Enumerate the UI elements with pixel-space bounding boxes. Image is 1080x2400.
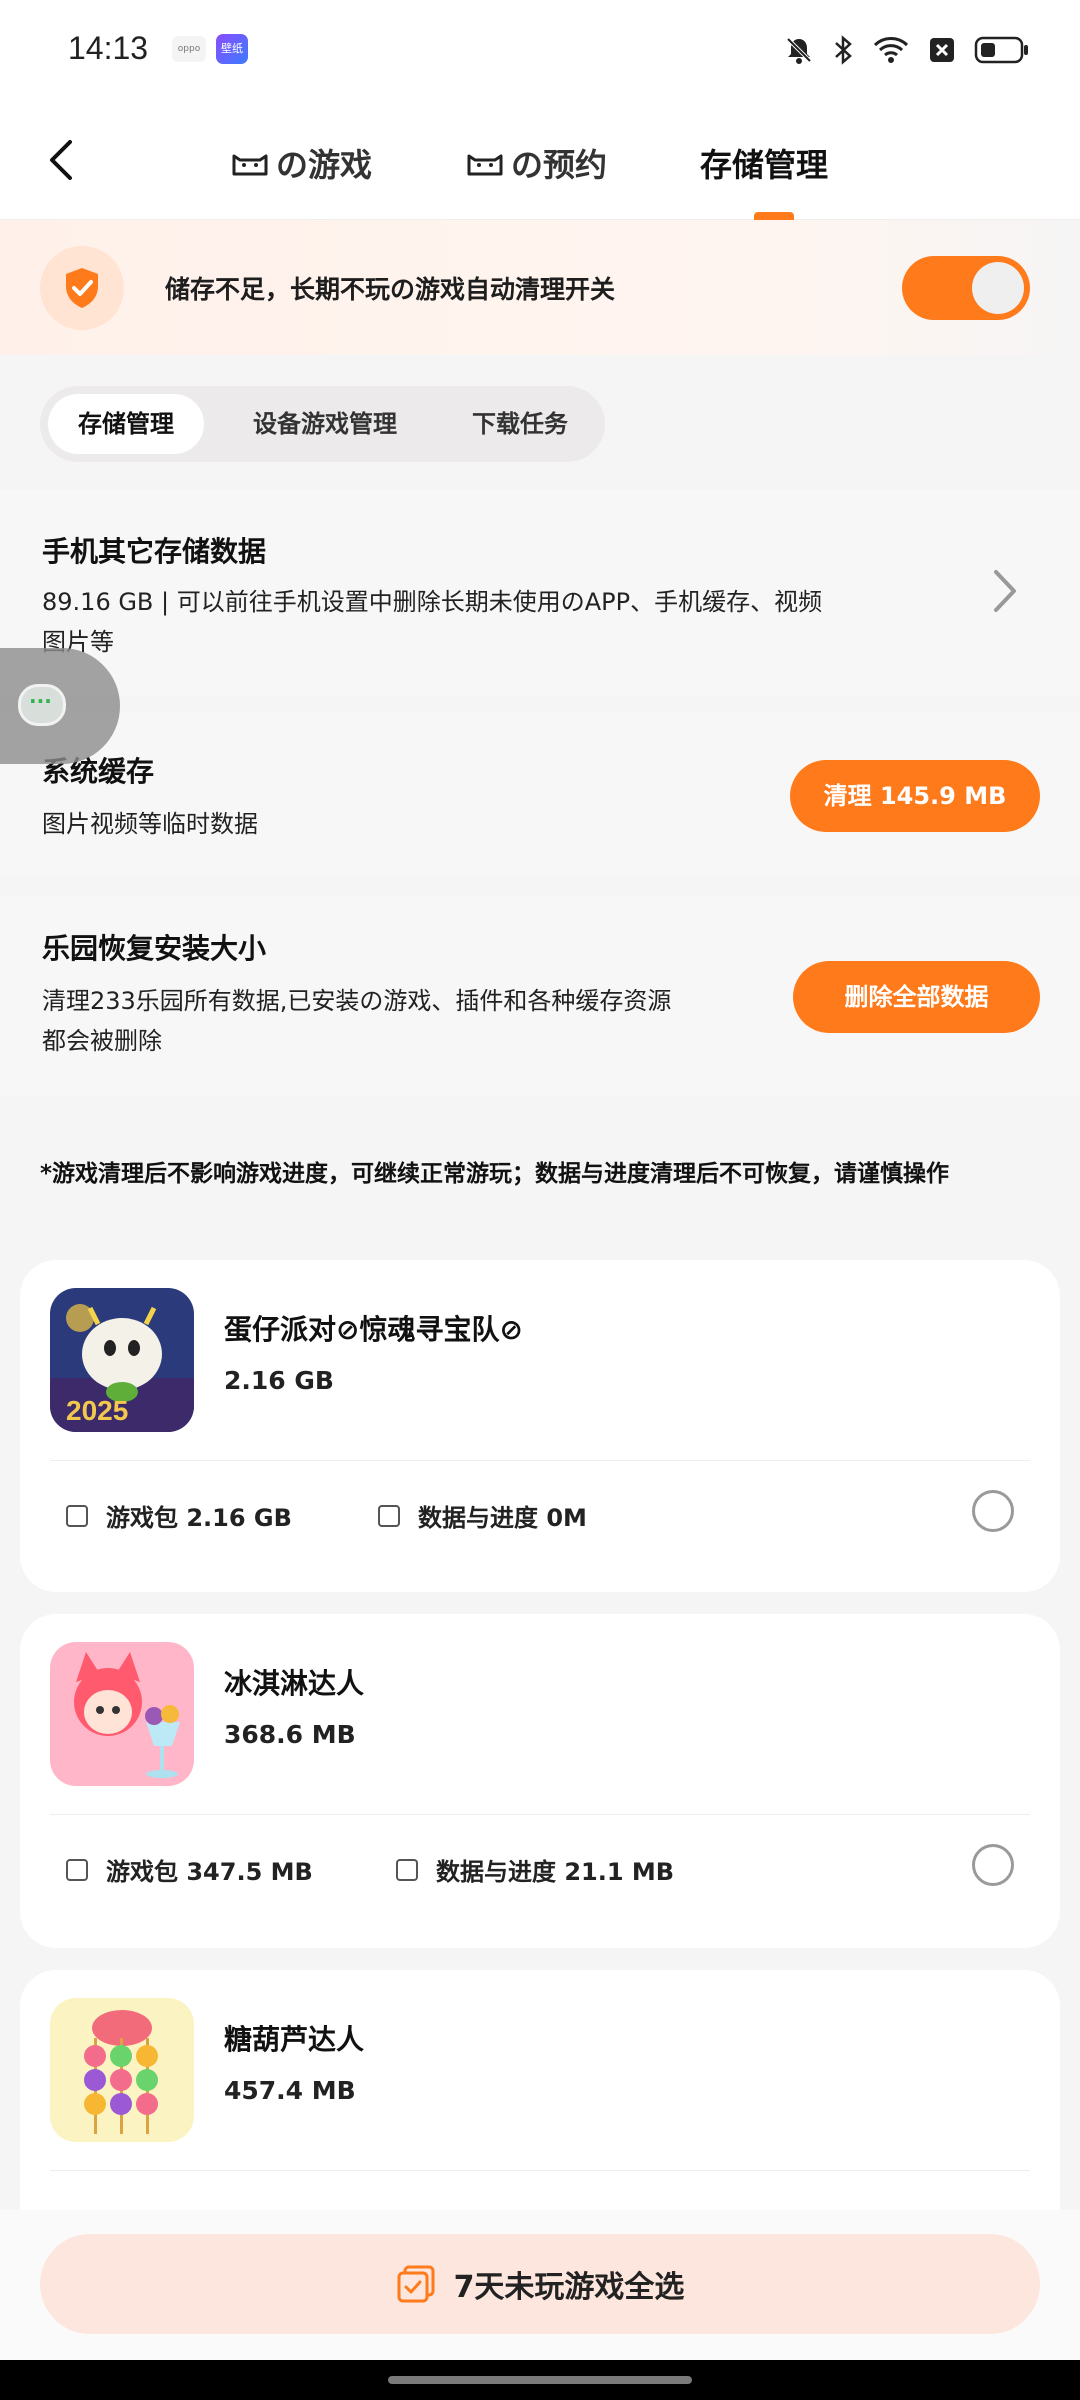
wifi-icon xyxy=(873,37,909,63)
park-restore-desc-line2: 都会被删除 xyxy=(42,1027,162,1055)
status-bar: 14:13 oppo 壁纸 xyxy=(0,0,1080,100)
game-icon-eggy-party: 2025 xyxy=(50,1288,194,1432)
system-cache-desc: 图片视频等临时数据 xyxy=(42,810,258,838)
cat-face-icon xyxy=(232,154,268,176)
select-game-radio[interactable] xyxy=(972,1490,1014,1532)
svg-text:2025: 2025 xyxy=(66,1395,128,1426)
delete-all-data-button[interactable]: 删除全部数据 xyxy=(793,961,1040,1033)
chat-bubble-icon xyxy=(18,684,66,726)
tab-label: の预约 xyxy=(511,146,608,184)
game-icon-tanghulu xyxy=(50,1998,194,2142)
game-data-option[interactable]: 数据与进度 0M xyxy=(378,1498,587,1533)
game-card: 2025 蛋仔派对⊘惊魂寻宝队⊘ 2.16 GB 游戏包 2.16 GB 数据与… xyxy=(20,1260,1060,1592)
clean-cache-button[interactable]: 清理 145.9 MB xyxy=(790,760,1040,832)
game-data-label: 数据与进度 21.1 MB xyxy=(436,1858,675,1886)
game-name: 糖葫芦达人 xyxy=(224,2023,365,2056)
tab-label: の游戏 xyxy=(276,146,373,184)
toggle-knob xyxy=(972,262,1024,314)
select-all-label: 7天未玩游戏全选 xyxy=(453,2270,685,2305)
subtab-device-games[interactable]: 设备游戏管理 xyxy=(220,394,430,454)
divider xyxy=(50,2170,1030,2171)
checkbox[interactable] xyxy=(66,1858,88,1881)
tab-my-reservations[interactable]: の预约 xyxy=(465,140,607,186)
phone-storage-desc-line1: 89.16 GB | 可以前往手机设置中删除长期未使用のAPP、手机缓存、视频 xyxy=(42,588,823,616)
phone-storage-desc-line2: 图片等 xyxy=(42,628,114,656)
game-package-label: 游戏包 347.5 MB xyxy=(106,1858,313,1886)
bluetooth-icon xyxy=(835,35,852,65)
game-name: 冰淇淋达人 xyxy=(224,1667,365,1700)
top-nav: の游戏 の预约 存储管理 xyxy=(0,100,1080,220)
game-size: 368.6 MB xyxy=(224,1720,356,1749)
checkbox[interactable] xyxy=(66,1504,88,1527)
no-sim-icon xyxy=(930,38,954,62)
game-data-label: 数据与进度 0M xyxy=(418,1504,587,1532)
checkbox[interactable] xyxy=(396,1858,418,1881)
cat-face-icon xyxy=(467,154,503,176)
auto-clean-label: 储存不足，长期不玩の游戏自动清理开关 xyxy=(165,275,616,304)
tab-storage-management[interactable]: 存储管理 xyxy=(700,140,828,186)
game-name: 蛋仔派对⊘惊魂寻宝队⊘ xyxy=(224,1313,523,1346)
park-restore-title: 乐园恢复安装大小 xyxy=(42,932,267,965)
select-unplayed-7days-button[interactable]: 7天未玩游戏全选 xyxy=(40,2234,1040,2334)
divider xyxy=(50,1460,1030,1461)
game-size: 2.16 GB xyxy=(224,1366,334,1395)
phone-storage-title: 手机其它存储数据 xyxy=(42,535,267,568)
tab-my-games[interactable]: の游戏 xyxy=(230,140,372,186)
active-tab-indicator xyxy=(754,212,794,220)
park-restore-desc-line1: 清理233乐园所有数据,已安装の游戏、插件和各种缓存资源 xyxy=(42,987,672,1015)
cleanup-warning: *游戏清理后不影响游戏进度，可继续正常游玩；数据与进度清理后不可恢复，请谨慎操作 xyxy=(40,1161,950,1187)
system-cache-section: 系统缓存 图片视频等临时数据 清理 145.9 MB xyxy=(0,712,1080,875)
wallpaper-app-icon: 壁纸 xyxy=(216,34,248,64)
tab-label: 存储管理 xyxy=(700,146,829,184)
game-card: 冰淇淋达人 368.6 MB 游戏包 347.5 MB 数据与进度 21.1 M… xyxy=(20,1614,1060,1948)
game-size: 457.4 MB xyxy=(224,2076,356,2105)
system-nav-bar xyxy=(0,2360,1080,2400)
checklist-icon xyxy=(397,2265,435,2303)
shield-badge xyxy=(40,246,124,330)
phone-storage-section[interactable]: 手机其它存储数据 89.16 GB | 可以前往手机设置中删除长期未使用のAPP… xyxy=(0,490,1080,695)
storage-subtabs: 存储管理 设备游戏管理 下载任务 xyxy=(40,386,605,462)
park-restore-desc: 清理233乐园所有数据,已安装の游戏、插件和各种缓存资源 都会被删除 xyxy=(42,981,782,1061)
game-package-option[interactable]: 游戏包 347.5 MB xyxy=(66,1852,313,1887)
oppo-app-icon: oppo xyxy=(172,36,206,62)
home-indicator[interactable] xyxy=(388,2376,692,2384)
subtab-storage[interactable]: 存储管理 xyxy=(48,394,204,454)
chevron-right-icon[interactable] xyxy=(990,568,1020,614)
status-icons xyxy=(784,30,1030,70)
game-data-option[interactable]: 数据与进度 21.1 MB xyxy=(396,1852,674,1887)
back-arrow-icon[interactable] xyxy=(42,138,82,182)
subtab-downloads[interactable]: 下载任务 xyxy=(450,394,590,454)
mute-icon xyxy=(786,37,812,64)
game-package-option[interactable]: 游戏包 2.16 GB xyxy=(66,1498,292,1533)
floating-assistant-bubble[interactable] xyxy=(0,648,120,764)
battery-icon xyxy=(974,36,1028,64)
phone-storage-desc: 89.16 GB | 可以前往手机设置中删除长期未使用のAPP、手机缓存、视频 … xyxy=(42,582,942,662)
bottom-action-bar: 7天未玩游戏全选 xyxy=(0,2210,1080,2360)
divider xyxy=(50,1814,1030,1815)
select-game-radio[interactable] xyxy=(972,1844,1014,1886)
game-package-label: 游戏包 2.16 GB xyxy=(106,1504,292,1532)
auto-clean-toggle[interactable] xyxy=(902,256,1030,320)
checkbox[interactable] xyxy=(378,1504,400,1527)
auto-clean-banner: 储存不足，长期不玩の游戏自动清理开关 xyxy=(0,220,1080,355)
shield-check-icon xyxy=(66,268,98,308)
park-restore-section: 乐园恢复安装大小 清理233乐园所有数据,已安装の游戏、插件和各种缓存资源 都会… xyxy=(0,895,1080,1097)
game-icon-ice-cream xyxy=(50,1642,194,1786)
status-time: 14:13 xyxy=(68,30,149,66)
